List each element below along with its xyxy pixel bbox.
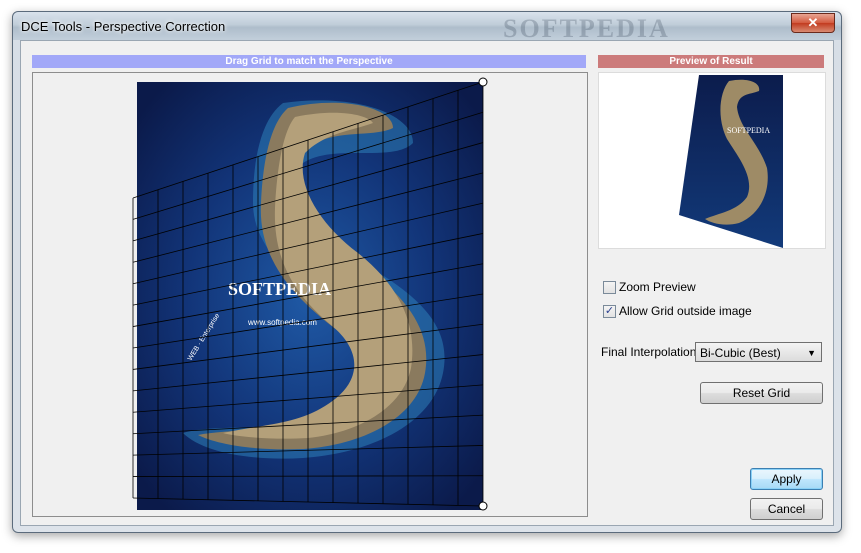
grid-canvas[interactable]: SOFTPEDIA www.softpedia.com WEB · Enterp… [32,72,588,517]
interpolation-value: Bi-Cubic (Best) [700,346,781,360]
perspective-editor[interactable]: SOFTPEDIA www.softpedia.com WEB · Enterp… [33,73,587,516]
preview-image: SOFTPEDIA [679,75,783,248]
zoom-preview-checkbox[interactable] [603,281,616,294]
window-title: DCE Tools - Perspective Correction [21,19,226,34]
allow-grid-label: Allow Grid outside image [619,304,752,318]
grid-handle-top-right[interactable] [478,77,488,87]
svg-text:SOFTPEDIA: SOFTPEDIA [727,126,770,135]
app-window: DCE Tools - Perspective Correction SOFTP… [12,11,842,533]
allow-grid-checkbox[interactable]: ✓ [603,305,616,318]
interpolation-label: Final Interpolation [601,345,697,359]
preview-panel-header: Preview of Result [598,55,824,68]
close-button[interactable]: ✕ [791,13,835,33]
preview-area: SOFTPEDIA [598,72,826,249]
interpolation-select[interactable]: Bi-Cubic (Best) ▼ [695,342,822,362]
apply-button[interactable]: Apply [750,468,823,490]
grid-panel-header: Drag Grid to match the Perspective [32,55,586,68]
dialog-client-area: Drag Grid to match the Perspective Previ… [20,40,834,526]
image-watermark: SOFTPEDIA [228,279,331,299]
grid-handle-bottom-right[interactable] [478,501,488,511]
title-bar[interactable]: DCE Tools - Perspective Correction SOFTP… [13,12,841,43]
chevron-down-icon: ▼ [807,348,816,358]
image-url-text: www.softpedia.com [247,318,317,327]
cancel-button[interactable]: Cancel [750,498,823,520]
reset-grid-button[interactable]: Reset Grid [700,382,823,404]
zoom-preview-label: Zoom Preview [619,280,696,294]
